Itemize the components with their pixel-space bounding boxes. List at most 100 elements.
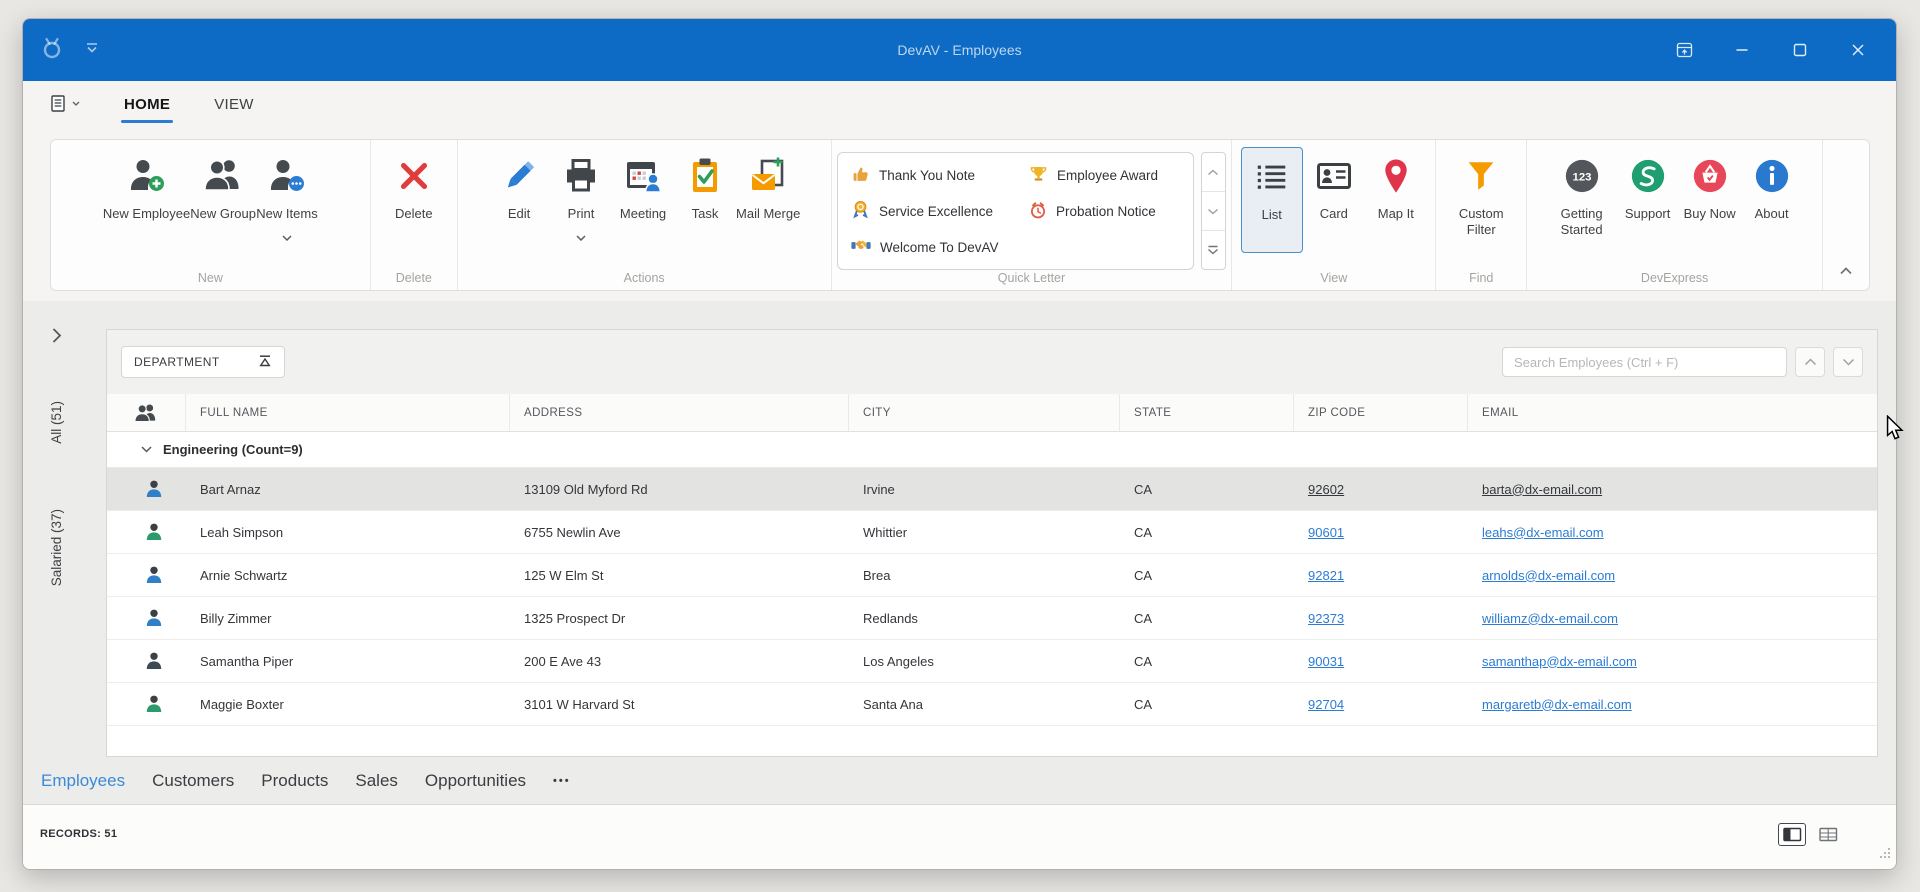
table-view-icon — [1818, 827, 1837, 841]
group-row-engineering[interactable]: Engineering (Count=9) — [107, 432, 1877, 468]
print-button[interactable]: Print — [550, 140, 612, 246]
resize-grip[interactable] — [1880, 846, 1891, 864]
edit-button[interactable]: Edit — [488, 140, 550, 222]
column-header-state[interactable]: STATE — [1120, 394, 1294, 431]
card-view-button[interactable]: Card — [1303, 140, 1365, 222]
email-link[interactable]: margaretb@dx-email.com — [1482, 697, 1632, 712]
grid-toolbar: DEPARTMENT — [107, 330, 1877, 394]
group-by-department-chip[interactable]: DEPARTMENT — [121, 346, 285, 378]
calendar-person-icon — [623, 156, 663, 196]
new-group-button[interactable]: New Group — [190, 140, 256, 222]
support-button[interactable]: Support — [1617, 140, 1679, 222]
email-link[interactable]: williamz@dx-email.com — [1482, 611, 1618, 626]
about-button[interactable]: About — [1741, 140, 1803, 222]
gallery-item-label: Thank You Note — [878, 167, 976, 183]
tab-view[interactable]: VIEW — [214, 96, 254, 113]
nav-tab-employees[interactable]: Employees — [41, 771, 125, 791]
button-label: New Employee — [102, 206, 191, 221]
thank-you-note-item[interactable]: Thank You Note — [851, 157, 1029, 193]
svg-text:123: 123 — [1572, 171, 1591, 183]
nav-more-button[interactable]: ••• — [553, 775, 571, 787]
meeting-button[interactable]: Meeting — [612, 140, 674, 222]
zip-link[interactable]: 92821 — [1308, 568, 1344, 583]
task-button[interactable]: Task — [674, 140, 736, 222]
tab-home[interactable]: HOME — [120, 96, 174, 123]
person-icon — [146, 695, 161, 712]
button-label: Delete — [395, 206, 433, 221]
zip-link[interactable]: 92602 — [1308, 482, 1344, 497]
zip-link[interactable]: 90601 — [1308, 525, 1344, 540]
cell-city: Santa Ana — [863, 696, 923, 712]
expand-rail-button[interactable] — [51, 327, 63, 349]
new-items-button[interactable]: New Items — [256, 140, 318, 246]
search-prev-button[interactable] — [1795, 347, 1825, 377]
email-link[interactable]: samanthap@dx-email.com — [1482, 654, 1637, 669]
nav-tab-opportunities[interactable]: Opportunities — [425, 771, 526, 791]
probation-notice-item[interactable]: Probation Notice — [1029, 193, 1187, 229]
map-pin-icon — [1376, 156, 1416, 196]
email-link[interactable]: barta@dx-email.com — [1482, 482, 1602, 497]
column-header-address[interactable]: ADDRESS — [510, 394, 849, 431]
group-caption: Quick Letter — [997, 271, 1066, 285]
quick-access-dropdown-icon[interactable] — [85, 41, 99, 59]
column-header-city[interactable]: CITY — [849, 394, 1120, 431]
search-next-button[interactable] — [1833, 347, 1863, 377]
zip-link[interactable]: 90031 — [1308, 654, 1344, 669]
delete-button[interactable]: Delete — [383, 140, 445, 222]
minimize-button[interactable] — [1720, 33, 1764, 67]
chip-label: DEPARTMENT — [134, 355, 220, 369]
email-link[interactable]: leahs@dx-email.com — [1482, 525, 1604, 540]
map-it-button[interactable]: Map It — [1365, 140, 1427, 222]
table-row[interactable]: Samantha Piper 200 E Ave 43 Los Angeles … — [107, 640, 1877, 683]
collapse-ribbon-button[interactable] — [1839, 262, 1853, 280]
column-header-full-name[interactable]: FULL NAME — [186, 394, 510, 431]
nav-tab-sales[interactable]: Sales — [355, 771, 398, 791]
button-label: List — [1261, 207, 1282, 222]
cell-city: Brea — [863, 567, 891, 583]
table-row[interactable]: Maggie Boxter 3101 W Harvard St Santa An… — [107, 683, 1877, 726]
getting-started-button[interactable]: 123 Getting Started — [1547, 140, 1617, 237]
gallery-item-label: Service Excellence — [878, 203, 994, 219]
gallery-scroll-up-button[interactable] — [1202, 153, 1225, 191]
column-header-zip-code[interactable]: ZIP CODE — [1294, 394, 1468, 431]
buy-now-button[interactable]: Buy Now — [1679, 140, 1741, 222]
employee-avatar — [107, 651, 186, 671]
email-link[interactable]: arnolds@dx-email.com — [1482, 568, 1615, 583]
nav-tab-customers[interactable]: Customers — [152, 771, 234, 791]
table-row[interactable]: Bart Arnaz 13109 Old Myford Rd Irvine CA… — [107, 468, 1877, 511]
zip-link[interactable]: 92704 — [1308, 697, 1344, 712]
nav-tab-products[interactable]: Products — [261, 771, 328, 791]
service-excellence-item[interactable]: Service Excellence — [851, 193, 1029, 229]
list-view-button[interactable]: List — [1240, 147, 1303, 253]
new-employee-button[interactable]: New Employee — [103, 140, 190, 222]
card-layout-toggle-button[interactable] — [1814, 823, 1842, 846]
list-layout-toggle-button[interactable] — [1778, 822, 1806, 846]
ribbon-display-options-button[interactable] — [1662, 33, 1706, 67]
cell-full-name: Bart Arnaz — [200, 481, 261, 497]
table-row[interactable]: Arnie Schwartz 125 W Elm St Brea CA 9282… — [107, 554, 1877, 597]
person-icon — [146, 609, 161, 626]
gallery-scroll-down-button[interactable] — [1201, 191, 1225, 230]
table-row[interactable]: Leah Simpson 6755 Newlin Ave Whittier CA… — [107, 511, 1877, 554]
button-label: New Items — [256, 206, 318, 221]
app-menu-button[interactable] — [49, 94, 80, 114]
rail-item-salaried[interactable]: Salaried (37) — [49, 509, 64, 586]
search-input[interactable] — [1502, 347, 1787, 377]
button-label: Mail Merge — [736, 206, 801, 221]
column-header-email[interactable]: EMAIL — [1468, 394, 1877, 431]
ribbon-group-devexpress: 123 Getting Started Support Buy Now Abou… — [1527, 140, 1824, 290]
welcome-to-devav-item[interactable]: Welcome To DevAV — [851, 229, 1029, 265]
cell-address: 1325 Prospect Dr — [524, 610, 626, 626]
zip-link[interactable]: 92373 — [1308, 611, 1344, 626]
people-column-icon[interactable] — [107, 394, 186, 431]
maximize-button[interactable] — [1778, 33, 1822, 67]
employee-award-item[interactable]: Employee Award — [1029, 157, 1187, 193]
group-caption: Actions — [623, 271, 665, 285]
mail-merge-button[interactable]: Mail Merge — [736, 140, 800, 222]
table-row[interactable]: Billy Zimmer 1325 Prospect Dr Redlands C… — [107, 597, 1877, 640]
rail-item-all[interactable]: All (51) — [49, 401, 64, 444]
gallery-expand-button[interactable] — [1201, 230, 1225, 269]
custom-filter-button[interactable]: Custom Filter — [1446, 140, 1516, 237]
close-button[interactable] — [1836, 33, 1880, 67]
people-icon — [203, 156, 243, 196]
